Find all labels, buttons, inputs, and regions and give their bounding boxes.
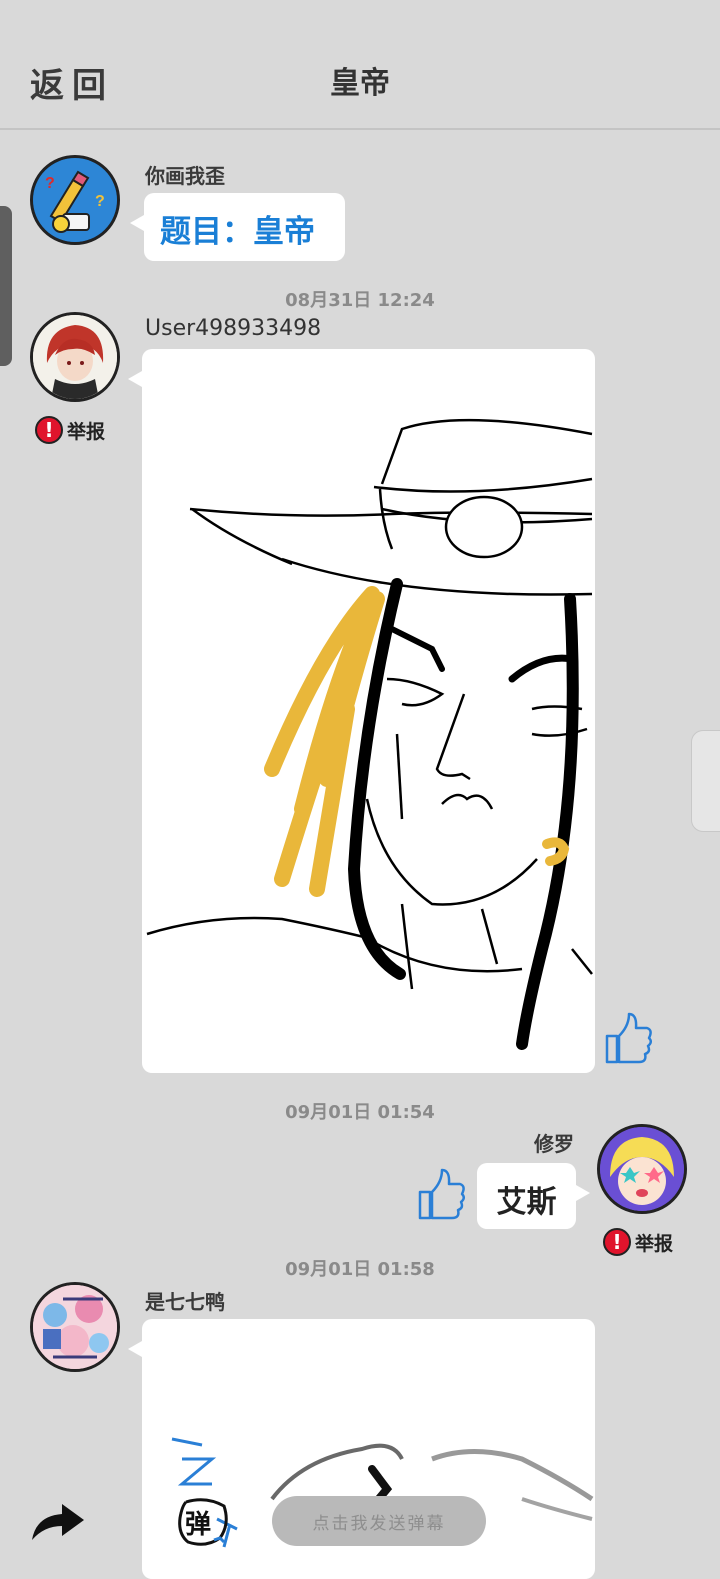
page-title: 皇帝 [330, 66, 390, 101]
avatar[interactable]: ? ? [30, 155, 120, 245]
topic-bubble: 题目：皇帝 [130, 193, 345, 261]
thumbs-up-icon[interactable] [416, 1166, 466, 1226]
report-label: 举报 [635, 1232, 674, 1255]
side-handle[interactable] [691, 730, 720, 832]
report-button[interactable]: ! 举报 [35, 416, 105, 444]
sender-name: User498933498 [145, 316, 322, 341]
drawing-bubble[interactable] [128, 349, 595, 1073]
exclamation-icon: ! [603, 1228, 631, 1256]
avatar[interactable] [597, 1124, 687, 1214]
report-button[interactable]: ! 举报 [603, 1228, 673, 1256]
danmu-input[interactable]: 点击我发送弹幕 [272, 1496, 486, 1546]
report-label: 举报 [67, 420, 106, 443]
user-avatar-image [33, 315, 117, 399]
top-bar: 返回 皇帝 [0, 0, 720, 130]
danmu-icon[interactable]: 弹 [176, 1496, 230, 1548]
avatar[interactable] [30, 1282, 120, 1372]
user-avatar-image [600, 1127, 684, 1211]
avatar[interactable] [30, 312, 120, 402]
share-arrow-icon[interactable] [30, 1502, 86, 1546]
sender-name: 是七七鸭 [145, 1290, 225, 1314]
timestamp: 08月31日 12:24 [285, 290, 435, 311]
answer-bubble: 艾斯 [477, 1163, 590, 1229]
sender-name: 你画我歪 [145, 164, 225, 188]
timestamp: 09月01日 01:58 [285, 1259, 435, 1280]
thumbs-up-icon[interactable] [603, 1010, 653, 1070]
user-avatar-image [33, 1285, 117, 1369]
timestamp: 09月01日 01:54 [285, 1102, 435, 1123]
exclamation-icon: ! [35, 416, 63, 444]
answer-text: 艾斯 [496, 1185, 557, 1220]
svg-text:?: ? [95, 193, 105, 210]
topic-text: 题目：皇帝 [160, 214, 315, 250]
danmu-icon-char: 弹 [185, 1510, 212, 1540]
pencil-avatar-icon: ? ? [33, 158, 117, 242]
svg-text:?: ? [45, 175, 55, 192]
sender-name: 修罗 [534, 1132, 574, 1156]
drawing-image [146, 418, 593, 1050]
